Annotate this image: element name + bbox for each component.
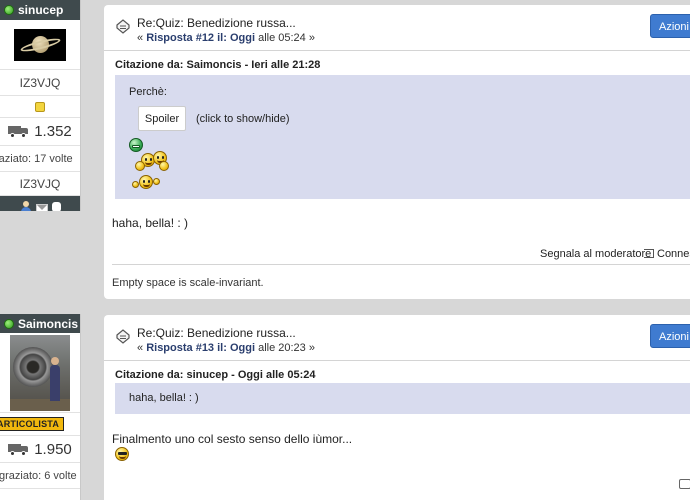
- post-body: Finalmento uno col sesto senso dello iùm…: [112, 432, 353, 446]
- login-label: Connesso: [657, 248, 690, 260]
- actions-button[interactable]: Azioni ▾: [650, 324, 690, 348]
- quote-reply-icon[interactable]: [679, 479, 690, 489]
- user-points: 1.950: [0, 435, 80, 463]
- avatar[interactable]: [0, 20, 80, 70]
- login-icon: [644, 249, 654, 258]
- sunglasses-smiley-icon: [115, 447, 129, 461]
- speech-bubble-icon[interactable]: [51, 202, 61, 211]
- reply-number[interactable]: Risposta #12 il:: [146, 32, 227, 44]
- sub-prefix: «: [137, 342, 144, 354]
- post-subtitle: « Risposta #12 il: Oggi alle 05:24 »: [137, 32, 315, 44]
- login-link[interactable]: Connesso: [644, 248, 690, 260]
- truck-icon: [8, 125, 30, 138]
- user-card-header: Saimoncis: [0, 314, 80, 333]
- hand-icon: [153, 178, 160, 185]
- post-topic-icon: [116, 19, 130, 34]
- quote-title[interactable]: Citazione da: Saimoncis - Ieri alle 21:2…: [115, 59, 320, 71]
- reply-day: Oggi: [229, 342, 256, 354]
- rank-square-icon: [35, 101, 45, 112]
- post-body: haha, bella! : ): [112, 216, 189, 230]
- thanks-count: raziato: 17 volte: [0, 146, 80, 172]
- reply-number[interactable]: Risposta #13 il:: [146, 342, 227, 354]
- avatar[interactable]: [0, 333, 80, 413]
- saturn-avatar-image: [14, 28, 66, 61]
- member-badge: [0, 96, 80, 118]
- post-title[interactable]: Re:Quiz: Benedizione russa...: [137, 16, 296, 30]
- user-card-saimoncis: Saimoncis ARTICOLISTA 1.950 graziato: 6 …: [0, 314, 81, 500]
- quote-title[interactable]: Citazione da: sinucep - Oggi alle 05:24: [115, 369, 316, 381]
- report-to-moderator-link[interactable]: Segnala al moderatore: [540, 248, 651, 260]
- post-links-bar: Segnala al moderatore Connesso: [112, 238, 690, 265]
- username[interactable]: sinucep: [18, 3, 63, 17]
- online-status-icon: [4, 5, 14, 15]
- role-badge: ARTICOLISTA: [0, 417, 65, 431]
- user-nickname: IZ3VJQ: [0, 70, 80, 96]
- reply-time: alle 05:24 »: [258, 32, 315, 44]
- user-location: IZ3VJQ: [0, 172, 80, 196]
- truck-icon: [8, 443, 30, 456]
- user-card-sinucep: sinucep IZ3VJQ 1.352 raziato: 17 volte I…: [0, 0, 81, 211]
- envelope-icon[interactable]: [35, 203, 48, 211]
- reply-day: Oggi: [229, 32, 256, 44]
- post-subtitle: « Risposta #13 il: Oggi alle 20:23 »: [137, 342, 315, 354]
- user-card-header: sinucep: [0, 0, 80, 20]
- user-card-footer: [0, 196, 80, 211]
- user-profile-icon[interactable]: [20, 201, 32, 211]
- reply-time: alle 20:23 »: [258, 342, 315, 354]
- signature: Empty space is scale-invariant.: [112, 277, 264, 289]
- hand-icon: [132, 181, 139, 188]
- points-value: 1.950: [34, 440, 72, 458]
- post-header: Re:Quiz: Benedizione russa... « Risposta…: [104, 315, 690, 361]
- post-header: Re:Quiz: Benedizione russa... « Risposta…: [104, 5, 690, 51]
- post-12: Re:Quiz: Benedizione russa... « Risposta…: [104, 5, 690, 299]
- spoiler-button[interactable]: Spoiler: [138, 106, 186, 131]
- group-smiley-icon: [135, 161, 145, 171]
- quote-box: Perchè: Spoiler (click to show/hide): [115, 75, 690, 199]
- avatar-photo-image: [10, 334, 70, 411]
- grin-smiley-icon: [129, 138, 143, 152]
- spoiler-hint: (click to show/hide): [196, 113, 290, 125]
- post-13: Re:Quiz: Benedizione russa... « Risposta…: [104, 315, 690, 500]
- group-smiley-icon: [159, 161, 169, 171]
- thanks-count: graziato: 6 volte: [0, 463, 80, 489]
- username[interactable]: Saimoncis: [18, 317, 78, 331]
- actions-button[interactable]: Azioni ▾: [650, 14, 690, 38]
- quote-why-label: Perchè:: [129, 86, 167, 98]
- post-topic-icon: [116, 329, 130, 344]
- post-title[interactable]: Re:Quiz: Benedizione russa...: [137, 326, 296, 340]
- points-value: 1.352: [34, 123, 72, 140]
- user-points: 1.352: [0, 118, 80, 146]
- quote-text: haha, bella! : ): [129, 392, 199, 404]
- quote-box: haha, bella! : ): [115, 383, 690, 414]
- online-status-icon: [4, 318, 14, 329]
- role-row: ARTICOLISTA: [0, 413, 80, 435]
- sub-prefix: «: [137, 32, 144, 44]
- wave-smiley-icon: [139, 175, 153, 189]
